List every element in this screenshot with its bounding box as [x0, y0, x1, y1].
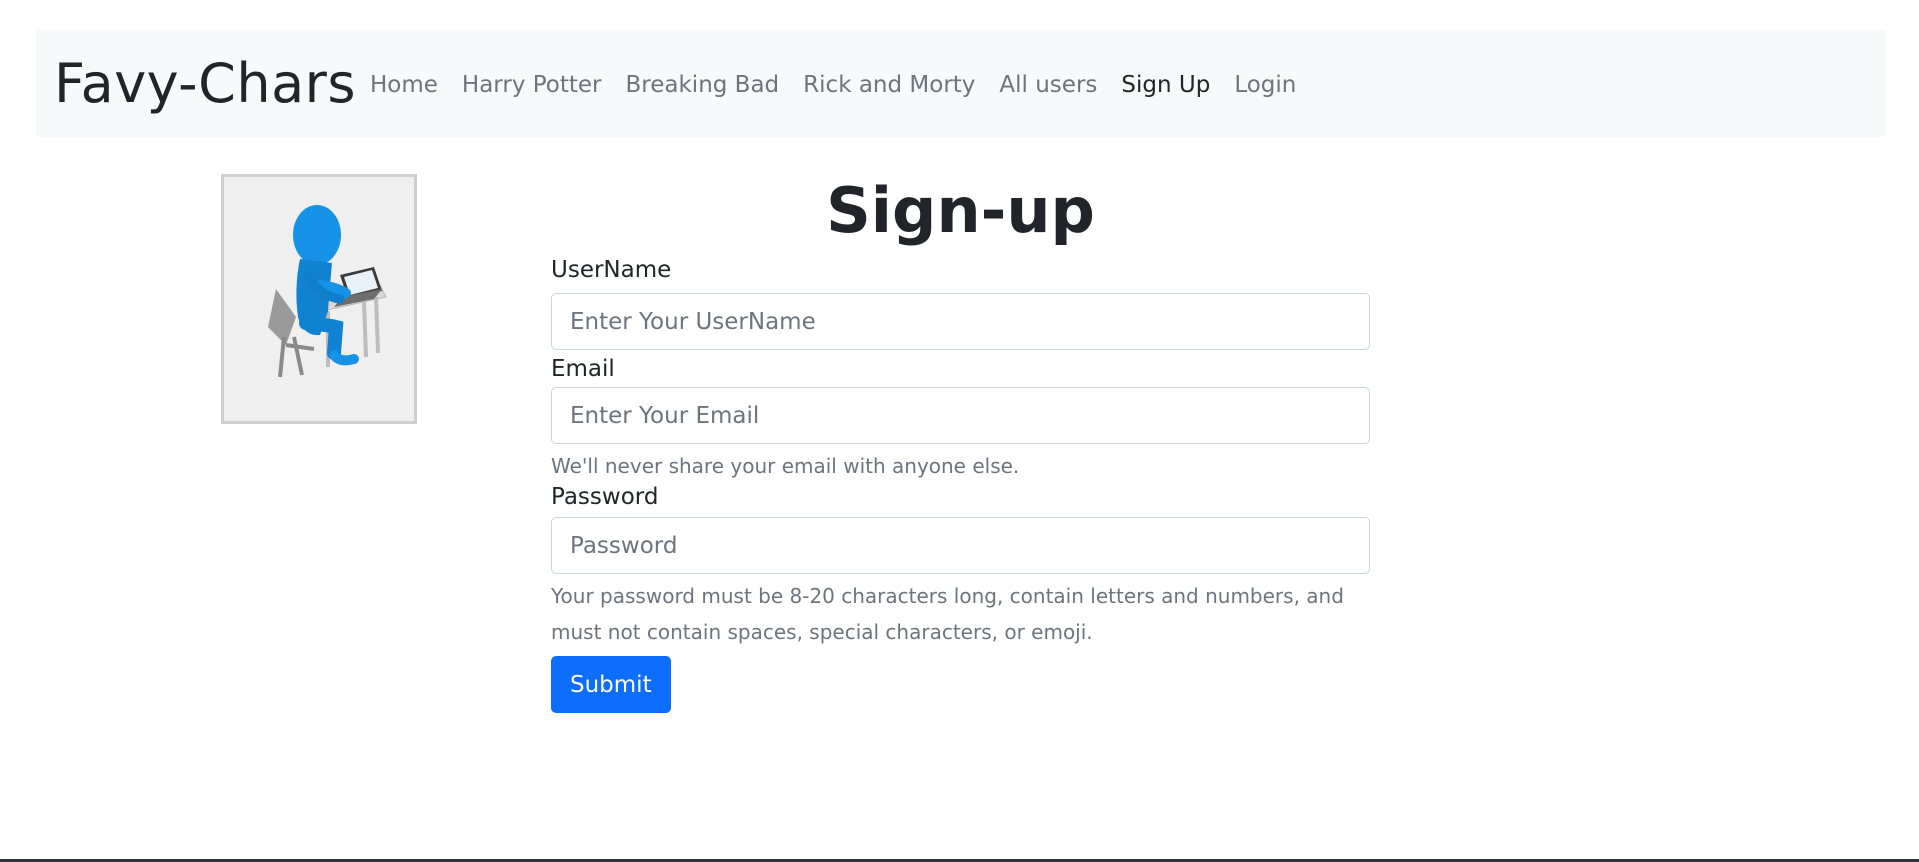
email-help-text: We'll never share your email with anyone…	[551, 454, 1020, 478]
username-input[interactable]	[551, 293, 1370, 350]
signup-form: Sign-up UserName Email We'll never share…	[551, 180, 1370, 713]
page-title: Sign-up	[826, 174, 1095, 247]
username-label: UserName	[551, 257, 672, 283]
email-label: Email	[551, 356, 615, 382]
nav-link-breaking-bad[interactable]: Breaking Bad	[626, 72, 780, 98]
email-input[interactable]	[551, 387, 1370, 444]
navbar: Favy-Chars Home Harry Potter Breaking Ba…	[36, 30, 1885, 137]
password-label: Password	[551, 484, 659, 510]
nav-link-sign-up[interactable]: Sign Up	[1121, 72, 1210, 98]
page: Favy-Chars Home Harry Potter Breaking Ba…	[0, 0, 1919, 862]
signup-illustration	[221, 174, 417, 424]
submit-button[interactable]: Submit	[551, 656, 671, 713]
nav-link-all-users[interactable]: All users	[999, 72, 1097, 98]
brand-link[interactable]: Favy-Chars	[54, 56, 356, 111]
nav-links: Home Harry Potter Breaking Bad Rick and …	[370, 72, 1320, 98]
nav-link-rick-and-morty[interactable]: Rick and Morty	[803, 72, 975, 98]
nav-link-home[interactable]: Home	[370, 72, 438, 98]
person-at-laptop-icon	[268, 205, 387, 378]
nav-link-harry-potter[interactable]: Harry Potter	[462, 72, 602, 98]
nav-link-login[interactable]: Login	[1234, 72, 1296, 98]
password-input[interactable]	[551, 517, 1370, 574]
password-help-text: Your password must be 8-20 characters lo…	[551, 584, 1344, 644]
